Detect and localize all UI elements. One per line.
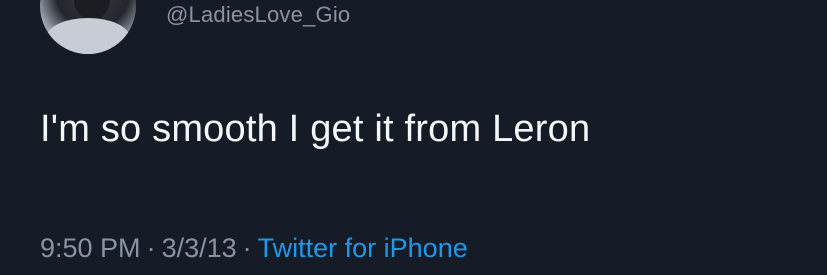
- user-handle[interactable]: @LadiesLove_Gio: [166, 2, 350, 28]
- avatar-shoulder: [46, 18, 130, 54]
- tweet-source-link[interactable]: Twitter for iPhone: [258, 233, 468, 263]
- tweet-date[interactable]: 3/3/13: [162, 233, 237, 263]
- tweet-meta: 9:50 PM · 3/3/13 · Twitter for iPhone: [40, 233, 468, 264]
- tweet-text: I'm so smooth I get it from Leron: [40, 108, 591, 150]
- tweet-card: @LadiesLove_Gio I'm so smooth I get it f…: [0, 0, 827, 275]
- meta-separator: ·: [146, 233, 156, 263]
- avatar[interactable]: [40, 0, 136, 54]
- meta-separator: ·: [242, 233, 252, 263]
- tweet-time[interactable]: 9:50 PM: [40, 233, 141, 263]
- avatar-face: [74, 0, 110, 20]
